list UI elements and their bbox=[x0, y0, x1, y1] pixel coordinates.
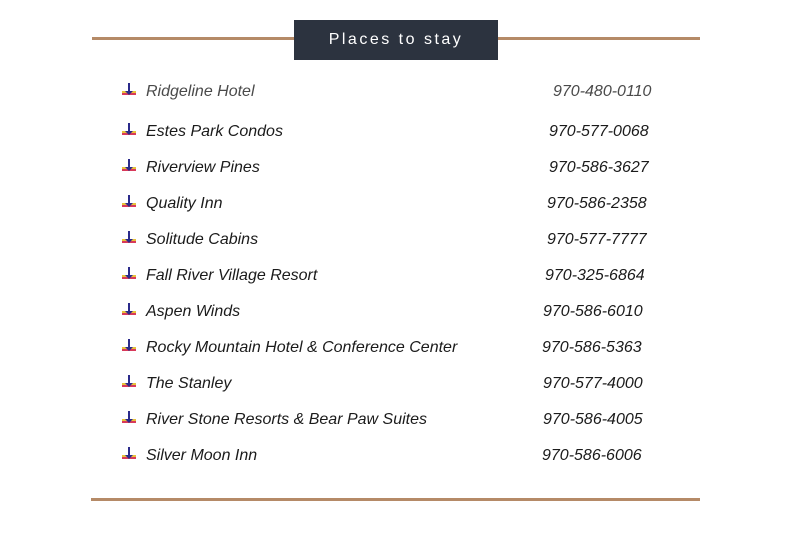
list-item: Fall River Village Resort 970-325-6864 bbox=[0, 264, 795, 288]
list-item: Riverview Pines 970-586-3627 bbox=[0, 156, 795, 180]
place-phone: 970-480-0110 bbox=[553, 83, 652, 100]
place-name: Rocky Mountain Hotel & Conference Center bbox=[146, 339, 458, 356]
down-arrow-bar-icon bbox=[121, 123, 137, 137]
down-arrow-bar-icon bbox=[121, 375, 137, 389]
bottom-rule bbox=[91, 498, 700, 501]
place-name: Ridgeline Hotel bbox=[146, 83, 255, 100]
down-arrow-bar-icon bbox=[121, 195, 137, 209]
list-item: The Stanley 970-577-4000 bbox=[0, 372, 795, 396]
place-phone: 970-577-0068 bbox=[549, 123, 649, 140]
down-arrow-bar-icon bbox=[121, 267, 137, 281]
down-arrow-bar-icon bbox=[121, 447, 137, 461]
place-name: River Stone Resorts & Bear Paw Suites bbox=[146, 411, 428, 428]
down-arrow-bar-icon bbox=[121, 411, 137, 425]
list-item: Ridgeline Hotel 970-480-0110 bbox=[0, 80, 795, 104]
place-name: Estes Park Condos bbox=[146, 123, 283, 140]
place-phone: 970-586-3627 bbox=[549, 159, 649, 176]
place-name: Aspen Winds bbox=[146, 303, 241, 320]
list-item: Solitude Cabins 970-577-7777 bbox=[0, 228, 795, 252]
list-item: Quality Inn 970-586-2358 bbox=[0, 192, 795, 216]
list-item: Rocky Mountain Hotel & Conference Center… bbox=[0, 336, 795, 360]
place-name: Riverview Pines bbox=[146, 159, 260, 176]
top-rule-right bbox=[498, 37, 700, 40]
place-phone: 970-586-2358 bbox=[547, 195, 647, 212]
place-phone: 970-577-4000 bbox=[543, 375, 643, 392]
place-phone: 970-586-6010 bbox=[543, 303, 643, 320]
place-name: Silver Moon Inn bbox=[146, 447, 258, 464]
place-phone: 970-325-6864 bbox=[545, 267, 645, 284]
down-arrow-bar-icon bbox=[121, 83, 137, 97]
place-name: Quality Inn bbox=[146, 195, 223, 212]
place-name: Fall River Village Resort bbox=[146, 267, 318, 284]
down-arrow-bar-icon bbox=[121, 339, 137, 353]
list-item: River Stone Resorts & Bear Paw Suites 970… bbox=[0, 408, 795, 432]
down-arrow-bar-icon bbox=[121, 231, 137, 245]
place-phone: 970-586-4005 bbox=[543, 411, 643, 428]
list-item: Silver Moon Inn 970-586-6006 bbox=[0, 444, 795, 468]
section-title: Places to stay bbox=[294, 20, 498, 60]
down-arrow-bar-icon bbox=[121, 159, 137, 173]
place-name: Solitude Cabins bbox=[146, 231, 259, 248]
down-arrow-bar-icon bbox=[121, 303, 137, 317]
place-phone: 970-586-5363 bbox=[542, 339, 642, 356]
list-item: Aspen Winds 970-586-6010 bbox=[0, 300, 795, 324]
list-item: Estes Park Condos 970-577-0068 bbox=[0, 120, 795, 144]
place-phone: 970-586-6006 bbox=[542, 447, 642, 464]
place-name: The Stanley bbox=[146, 375, 232, 392]
top-rule-left bbox=[92, 37, 294, 40]
place-phone: 970-577-7777 bbox=[547, 231, 647, 248]
